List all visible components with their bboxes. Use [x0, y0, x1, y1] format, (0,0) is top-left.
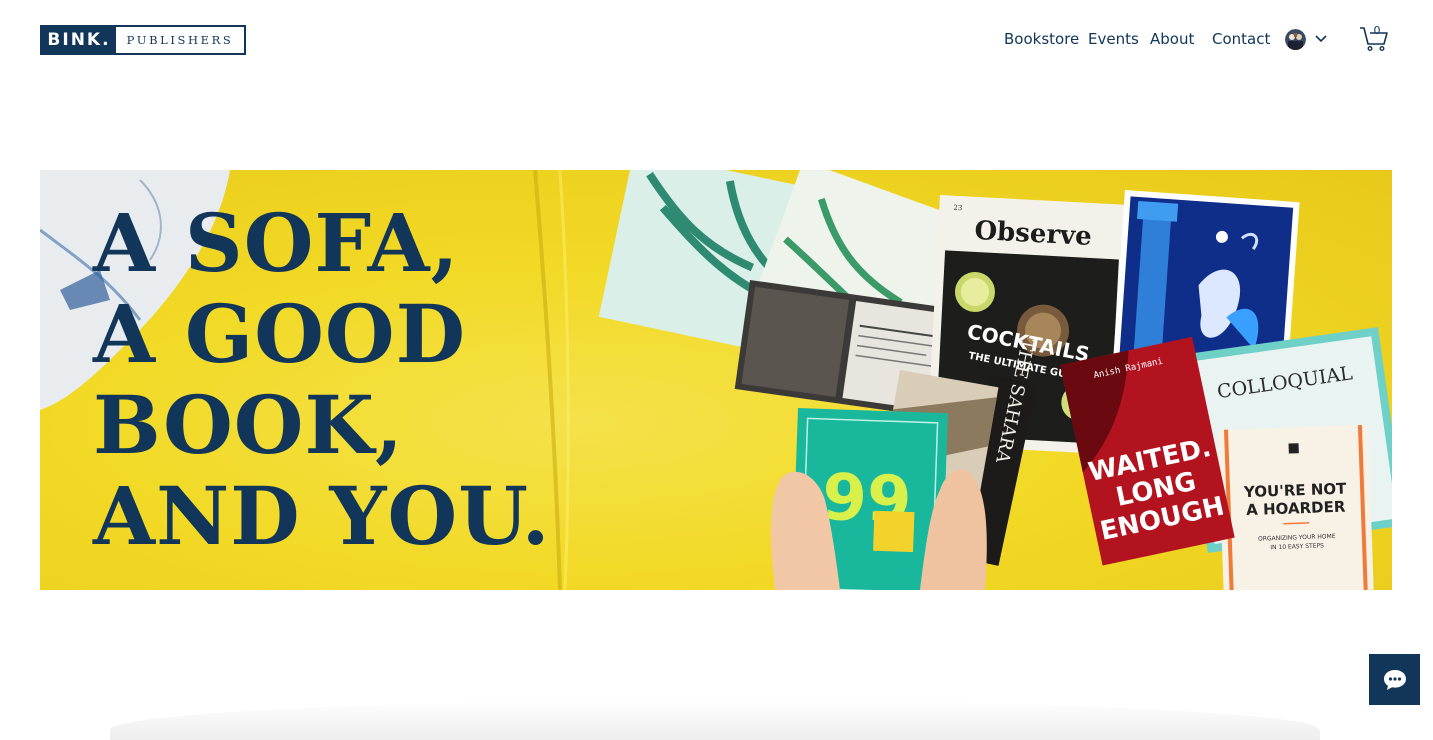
section-shadow — [110, 700, 1320, 740]
hero-headline: A SOFA, A GOOD BOOK, AND YOU. — [93, 198, 551, 562]
chevron-down-icon[interactable] — [1314, 33, 1328, 45]
headline-line-4: AND YOU. — [93, 469, 551, 563]
logo-primary: BINK. — [42, 27, 116, 53]
chat-button[interactable] — [1369, 654, 1420, 705]
chat-bubble-icon — [1383, 669, 1406, 690]
hero-banner: Observe COCKTAILS THE ULTIMATE GUIDE 23 — [40, 170, 1392, 590]
logo-secondary: PUBLISHERS — [126, 33, 234, 47]
headline-line-1: A SOFA, — [93, 196, 460, 290]
brand-logo[interactable]: BINK. PUBLISHERS — [40, 25, 246, 55]
nav-contact[interactable]: Contact — [1212, 30, 1270, 48]
nav-bookstore[interactable]: Bookstore — [1004, 30, 1079, 48]
hoarder-title-2: A HOARDER — [1246, 498, 1346, 519]
cart-count: 0 — [1373, 24, 1381, 37]
observe-title: Observe — [974, 216, 1093, 252]
page-number: 23 — [953, 204, 962, 212]
nav-about[interactable]: About — [1150, 30, 1194, 48]
headline-line-3: BOOK, — [93, 378, 404, 472]
headline-line-2: A GOOD — [93, 287, 466, 381]
nav-events[interactable]: Events — [1088, 30, 1139, 48]
avatar[interactable] — [1285, 29, 1306, 50]
